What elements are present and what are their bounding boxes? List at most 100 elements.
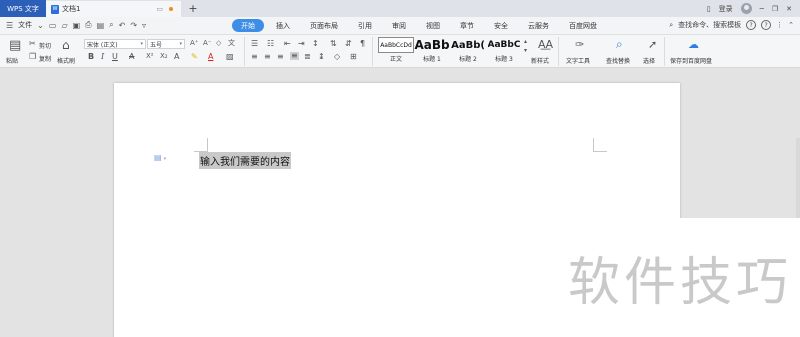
print-icon[interactable]: ▤ [97,21,105,30]
style-normal[interactable]: AaBbCcDd 正文 [378,37,414,63]
panel-toggle-icon[interactable]: ▯ [707,5,711,13]
style-heading-2[interactable]: AaBb( 标题 2 [450,37,486,64]
tab-chapter[interactable]: 章节 [452,19,482,32]
bullets-icon[interactable]: ☰ [251,40,258,48]
align-center-icon[interactable]: ≡ [264,53,271,61]
tab-insert[interactable]: 插入 [268,19,298,32]
close-icon[interactable]: ✕ [786,5,792,13]
sort-icon[interactable]: ⇵ [345,40,352,48]
undo-icon[interactable]: ↶ [119,21,126,30]
borders-icon[interactable]: ⊞ [350,53,357,61]
tab-security[interactable]: 安全 [486,19,516,32]
decrease-indent-icon[interactable]: ⇤ [284,40,291,48]
font-color-icon[interactable]: A [208,53,213,61]
numbering-icon[interactable]: ☷ [267,40,274,48]
tab-view[interactable]: 视图 [418,19,448,32]
window-icon[interactable]: ▭ [156,5,163,13]
restore-icon[interactable]: ❐ [772,5,778,13]
find-replace-icon[interactable]: ⌕ [616,38,623,50]
avatar[interactable] [740,3,752,14]
tab-page-layout[interactable]: 页面布局 [302,19,346,32]
highlight-icon[interactable]: ✎ [191,53,198,61]
subscript-icon[interactable]: X₂ [160,53,168,60]
text-tools-button[interactable]: 文字工具 [566,56,590,65]
chevron-down-icon[interactable]: ⌄ [37,21,44,30]
shading-icon[interactable]: ◇ [334,53,340,61]
document-tab[interactable]: W 文档1 ▭ [46,1,181,17]
divider [372,37,373,66]
bold-icon[interactable]: B [88,53,94,61]
strikethrough-icon[interactable]: A [129,53,134,61]
show-marks-icon[interactable]: ¶ [360,40,365,48]
copy-button[interactable]: 复制 [39,54,51,63]
char-shading-icon[interactable]: ▨ [226,53,234,61]
chinese-layout-icon[interactable]: ⇅ [330,40,337,48]
shrink-font-icon[interactable]: A⁻ [203,40,211,47]
help-icon[interactable]: ? [746,20,757,30]
phonetic-icon[interactable]: 文 [228,40,235,47]
save-to-cloud-button[interactable]: 保存到百度网盘 [670,56,712,65]
login-label[interactable]: 登录 [719,4,733,14]
text-direction-icon[interactable]: ↕ [312,40,319,48]
menu-icon[interactable]: ☰ [6,21,13,30]
text-effect-icon[interactable]: A [174,53,179,61]
tab-cloud-service[interactable]: 云服务 [520,19,557,32]
superscript-icon[interactable]: X² [146,53,154,60]
gallery-up-icon[interactable]: ▴ [524,39,527,45]
more-icon[interactable]: ⋮ [776,21,783,29]
open-folder-icon[interactable]: ▱ [61,21,67,30]
line-spacing-icon[interactable]: ↨ [318,53,325,61]
new-style-icon[interactable]: A͟A [538,39,553,50]
text-tools-icon[interactable]: ✑ [575,39,584,50]
paragraph-handle-icon[interactable]: ▤ ▾ [154,153,166,162]
app-tab[interactable]: WPS 文字 [0,0,46,17]
italic-icon[interactable]: I [101,53,104,61]
print-preview-icon[interactable]: ⎙ [85,20,91,30]
help2-icon[interactable]: ? [761,20,772,30]
select-cursor-icon[interactable]: ➚ [648,39,657,50]
find-replace-button[interactable]: 查找替换 [606,56,630,65]
select-button[interactable]: 选择 [643,56,655,65]
style-heading-1[interactable]: AaBb 标题 1 [414,37,450,63]
new-tab-button[interactable]: + [186,1,200,15]
cut-icon[interactable]: ✂ [29,40,36,48]
tab-references[interactable]: 引用 [350,19,380,32]
file-menu[interactable]: 文件 [18,20,32,30]
font-size-select[interactable]: 五号 ▾ [147,39,185,49]
customize-icon[interactable]: ▿ [142,21,146,30]
chevron-down-icon: ▾ [140,41,143,47]
distributed-icon[interactable]: ≣ [304,53,311,61]
font-name-select[interactable]: 宋体 (正文) ▾ [84,39,146,49]
baidu-cloud-icon[interactable]: ☁ [688,39,699,50]
tab-baidu-netdisk[interactable]: 百度网盘 [561,19,605,32]
align-right-icon[interactable]: ≡ [277,53,284,61]
increase-indent-icon[interactable]: ⇥ [298,40,305,48]
justify-icon[interactable]: ≡ [290,52,299,60]
collapse-ribbon-icon[interactable]: ⌃ [788,21,794,29]
gallery-more-icon[interactable]: ▾ [524,48,527,54]
tab-start[interactable]: 开始 [232,19,264,32]
format-painter-button[interactable]: 格式刷 [57,56,75,65]
tab-review[interactable]: 审阅 [384,19,414,32]
save-icon[interactable]: ▣ [73,21,81,30]
style-heading-3[interactable]: AaBbC 标题 3 [486,37,522,63]
redo-icon[interactable]: ↷ [130,21,137,30]
clear-format-icon[interactable]: ◇ [216,40,221,47]
copy-icon[interactable]: ❐ [29,53,36,61]
document-icon: W [51,4,59,14]
paste-button[interactable]: 粘贴 [6,56,18,65]
grow-font-icon[interactable]: A⁺ [190,40,198,47]
minimize-icon[interactable]: ─ [760,5,764,13]
new-doc-icon[interactable]: ▭ [49,21,57,30]
underline-icon[interactable]: U [112,53,118,61]
cut-button[interactable]: 剪切 [39,41,51,50]
align-left-icon[interactable]: ≡ [251,53,258,61]
style-sample: AaBbCcDd [378,37,414,53]
document-text-selected[interactable]: 输入我们需要的内容 [199,152,291,169]
format-painter-icon[interactable]: ⌂ [62,39,70,51]
preview-icon[interactable]: ⌕ [109,20,113,30]
paste-icon[interactable]: ▤ [9,39,21,52]
new-style-button[interactable]: 新样式 [531,56,549,65]
command-search[interactable]: 查找命令、搜索模板 [678,20,741,30]
divider [244,37,245,66]
